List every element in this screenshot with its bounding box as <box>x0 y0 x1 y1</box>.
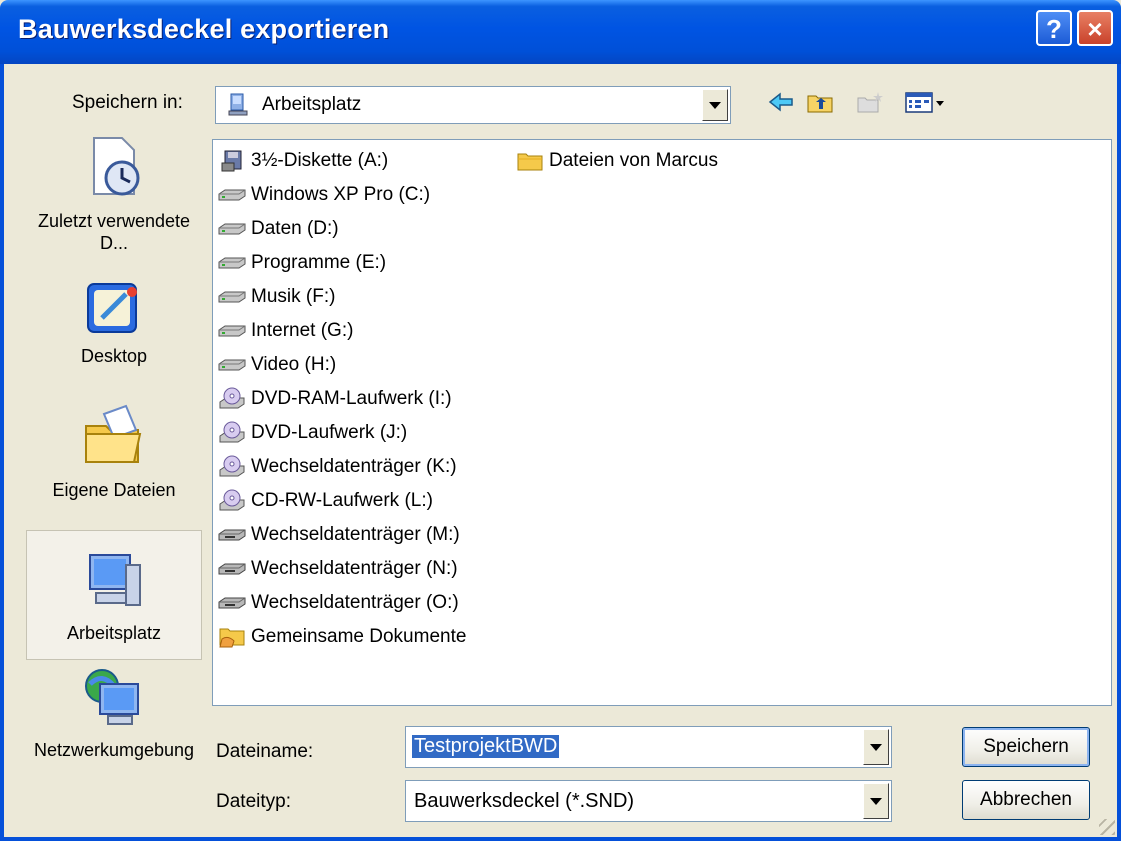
hard-drive-icon <box>215 352 249 378</box>
file-list-item[interactable]: DVD-Laufwerk (J:) <box>215 418 407 448</box>
file-list-item[interactable]: Wechseldatenträger (N:) <box>215 554 458 584</box>
window-frame-bottom <box>0 837 1121 841</box>
file-list-item[interactable]: Video (H:) <box>215 350 336 380</box>
file-list-item[interactable]: Windows XP Pro (C:) <box>215 180 430 210</box>
file-list-item[interactable]: Musik (F:) <box>215 282 335 312</box>
file-list-item[interactable]: Gemeinsame Dokumente <box>215 622 466 652</box>
file-list-item-label: DVD-Laufwerk (J:) <box>251 422 408 443</box>
file-list-item[interactable]: Wechseldatenträger (M:) <box>215 520 460 550</box>
place-my-documents[interactable]: Eigene Dateien <box>26 404 202 504</box>
save-in-label: Speichern in: <box>72 92 183 113</box>
file-list[interactable]: 3½-Diskette (A:) Windows XP Pro (C:) Daten… <box>212 139 1112 706</box>
file-list-item[interactable]: Wechseldatenträger (O:) <box>215 588 459 618</box>
file-list-item-label: Wechseldatenträger (K:) <box>251 456 457 477</box>
my-documents-icon <box>82 404 146 468</box>
filename-input[interactable]: TestprojektBWD <box>405 726 892 768</box>
removable-drive-icon <box>215 590 249 616</box>
file-list-item-label: Wechseldatenträger (M:) <box>251 524 460 545</box>
place-recent-label: Zuletzt verwendete D... <box>37 211 191 253</box>
place-recent[interactable]: Zuletzt verwendete D... <box>26 132 202 262</box>
chevron-down-icon[interactable] <box>863 729 889 765</box>
filetype-label: Dateityp: <box>216 791 291 812</box>
place-network-label: Netzwerkumgebung <box>33 740 195 760</box>
title-bar[interactable]: Bauwerksdeckel exportieren ? × <box>0 0 1121 64</box>
filetype-dropdown[interactable]: Bauwerksdeckel (*.SND) <box>405 780 892 822</box>
file-list-item-label: Windows XP Pro (C:) <box>251 184 431 205</box>
chevron-down-icon[interactable] <box>702 89 728 121</box>
file-list-item[interactable]: 3½-Diskette (A:) <box>215 146 388 176</box>
file-list-item[interactable]: CD-RW-Laufwerk (L:) <box>215 486 433 516</box>
file-list-item-label: Video (H:) <box>251 354 337 375</box>
hard-drive-icon <box>215 284 249 310</box>
close-button[interactable]: × <box>1077 10 1113 46</box>
resize-grip[interactable] <box>1099 819 1115 835</box>
file-list-item-label: Dateien von Marcus <box>549 150 718 171</box>
place-network[interactable]: Netzwerkumgebung <box>26 666 202 796</box>
filename-value: TestprojektBWD <box>412 735 560 758</box>
file-list-item-label: Wechseldatenträger (O:) <box>251 592 459 613</box>
file-list-item-label: Gemeinsame Dokumente <box>251 626 467 647</box>
place-my-documents-label: Eigene Dateien <box>52 480 176 500</box>
window-frame-left <box>0 64 4 841</box>
recent-documents-icon <box>82 132 146 196</box>
cancel-button[interactable]: Abbrechen <box>962 780 1090 820</box>
cd-drive-icon <box>215 454 249 480</box>
file-list-item[interactable]: Programme (E:) <box>215 248 386 278</box>
network-icon <box>82 666 146 730</box>
hard-drive-icon <box>215 216 249 242</box>
floppy-icon <box>215 148 249 174</box>
file-list-item-label: Internet (G:) <box>251 320 354 341</box>
window-title: Bauwerksdeckel exportieren <box>18 14 390 44</box>
file-list-item-label: Wechseldatenträger (N:) <box>251 558 458 579</box>
hard-drive-icon <box>215 318 249 344</box>
file-list-item-label: Programme (E:) <box>251 252 387 273</box>
cd-drive-icon <box>215 386 249 412</box>
place-desktop-label: Desktop <box>80 346 148 366</box>
shared-folder-icon <box>215 624 249 650</box>
place-my-computer[interactable]: Arbeitsplatz <box>26 530 202 660</box>
save-in-dropdown[interactable]: Arbeitsplatz <box>215 86 731 124</box>
new-folder-icon <box>855 87 885 117</box>
up-folder-icon[interactable] <box>805 87 835 117</box>
file-list-item-label: CD-RW-Laufwerk (L:) <box>251 490 433 511</box>
file-list-item-label: DVD-RAM-Laufwerk (I:) <box>251 388 452 409</box>
places-bar: Zuletzt verwendete D... Desktop Eigene D… <box>26 132 202 792</box>
window-frame-right <box>1117 64 1121 841</box>
cd-drive-icon <box>215 488 249 514</box>
removable-drive-icon <box>215 522 249 548</box>
file-list-item[interactable]: Internet (G:) <box>215 316 353 346</box>
back-arrow-icon[interactable] <box>766 87 796 117</box>
file-list-item[interactable]: Daten (D:) <box>215 214 339 244</box>
removable-drive-icon <box>215 556 249 582</box>
folder-icon <box>513 148 547 174</box>
file-list-item-label: Musik (F:) <box>251 286 336 307</box>
my-computer-icon <box>228 93 250 122</box>
file-list-item[interactable]: Wechseldatenträger (K:) <box>215 452 457 482</box>
file-list-item-label: Daten (D:) <box>251 218 339 239</box>
file-list-item[interactable]: DVD-RAM-Laufwerk (I:) <box>215 384 452 414</box>
save-in-value: Arbeitsplatz <box>262 94 362 115</box>
place-my-computer-label: Arbeitsplatz <box>66 623 162 643</box>
file-list-item[interactable]: Dateien von Marcus <box>513 146 718 176</box>
my-computer-icon <box>82 549 146 613</box>
save-dialog: Bauwerksdeckel exportieren ? × Speichern… <box>0 0 1121 841</box>
view-menu-icon[interactable] <box>900 87 952 117</box>
chevron-down-icon[interactable] <box>863 783 889 819</box>
cd-drive-icon <box>215 420 249 446</box>
filename-label: Dateiname: <box>216 741 314 762</box>
filetype-value: Bauwerksdeckel (*.SND) <box>414 790 635 812</box>
place-desktop[interactable]: Desktop <box>26 280 202 380</box>
desktop-icon <box>82 280 146 344</box>
help-button[interactable]: ? <box>1036 10 1072 46</box>
hard-drive-icon <box>215 250 249 276</box>
save-button[interactable]: Speichern <box>962 727 1090 767</box>
file-list-item-label: 3½-Diskette (A:) <box>251 150 389 171</box>
hard-drive-icon <box>215 182 249 208</box>
